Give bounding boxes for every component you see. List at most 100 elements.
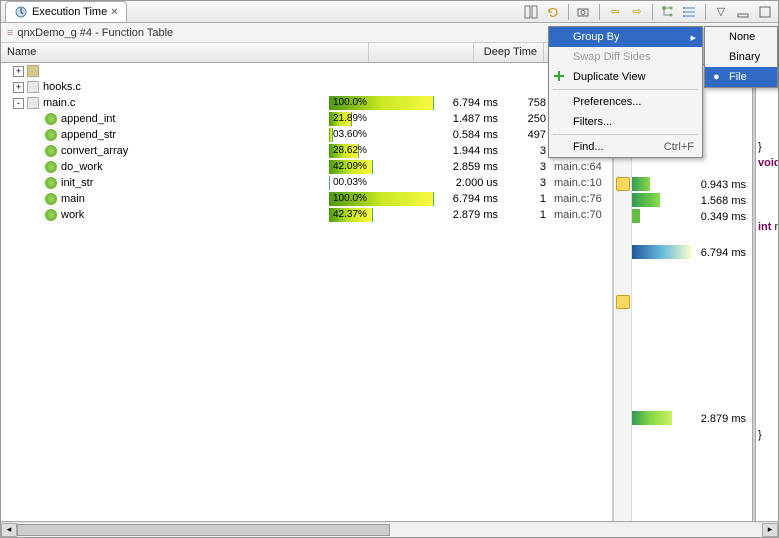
col-percent[interactable] [369,43,474,62]
menu-find[interactable]: Find... Ctrl+F [549,137,702,157]
function-row[interactable]: main 100.0% 6.794 ms1main.c:76 [1,191,612,207]
location: main.c:76 [552,193,612,205]
toolbar-layout-icon[interactable] [522,3,540,21]
function-icon [45,177,57,189]
function-row[interactable]: init_str 00.03% 2.000 us3main.c:10 [1,175,612,191]
function-icon [45,145,57,157]
file-row[interactable]: + hooks.c [1,79,612,95]
submenu-none[interactable]: None [705,27,777,47]
percent-label: 03.60% [333,128,367,142]
scroll-left-icon[interactable]: ◂ [1,523,17,537]
function-tree[interactable]: ++hooks.c-main.c100.0%6.794 ms758append_… [1,63,612,521]
toolbar-tree-icon[interactable] [659,3,677,21]
count: 3 [504,145,552,157]
node-label: init_str [61,177,93,189]
toolbar-menu-icon[interactable]: ▽ [712,3,730,21]
count: 758 [504,97,552,109]
node-label: do_work [61,161,103,173]
minimize-icon[interactable] [734,3,752,21]
h-scrollbar[interactable]: ◂ ▸ [1,521,778,537]
function-row[interactable]: work 42.37% 2.879 ms1main.c:70 [1,207,612,223]
package-row[interactable]: + [1,63,612,79]
splitter[interactable] [752,65,756,521]
menu-group-by[interactable]: Group By▸ [549,27,702,47]
count: 250 [504,113,552,125]
menu-filters[interactable]: Filters... [549,112,702,132]
group-by-submenu: None Binary ● File [704,26,778,88]
deep-time: 2.000 us [434,177,504,189]
deep-time: 2.859 ms [434,161,504,173]
toolbar-fwd-icon[interactable]: ⇨ [628,3,646,21]
toolbar-back-icon[interactable]: ⇦ [606,3,624,21]
close-icon[interactable]: × [111,6,117,18]
breadcrumb-icon: ≡ [7,27,13,39]
expand-toggle[interactable]: - [13,98,24,109]
toolbar-list-icon[interactable] [681,3,699,21]
percent-label: 42.09% [333,160,367,174]
breadcrumb-text: qnxDemo_g #4 - Function Table [17,27,173,39]
node-label: work [61,209,84,221]
expand-toggle[interactable]: + [13,82,24,93]
function-table-pane: Name Deep Time Count L + + hooks.c - main.c 1… [1,43,614,521]
node-label: append_int [61,113,115,125]
col-deep-time[interactable]: Deep Time [474,43,544,62]
node-label: convert_array [61,145,128,157]
tab-label: Execution Time [32,6,107,18]
file-icon [27,97,39,109]
function-icon [45,193,57,205]
submenu-file[interactable]: ● File [705,67,777,87]
toolbar-camera-icon[interactable] [575,3,593,21]
view-context-menu: Group By▸ Swap Diff Sides Duplicate View… [548,26,703,158]
node-label: append_str [61,129,116,141]
percent-label: 42.37% [333,208,367,222]
toolbar-refresh-icon[interactable] [544,3,562,21]
warning-icon[interactable] [616,177,630,191]
percent-label: 21.89% [333,112,367,126]
deep-time: 6.794 ms [434,193,504,205]
count: 1 [504,209,552,221]
count: 497 [504,129,552,141]
view-tab-bar: Execution Time × ⇦ ⇨ ▽ [1,1,778,23]
function-row[interactable]: do_work42.09%2.859 ms3main.c:64 [1,159,612,175]
deep-time: 2.879 ms [434,209,504,221]
clock-icon [14,5,28,19]
count: 1 [504,193,552,205]
deep-time: 1.944 ms [434,145,504,157]
function-row[interactable]: append_str03.60%0.584 ms497m [1,127,612,143]
plus-icon [553,70,567,84]
menu-duplicate-view[interactable]: Duplicate View [549,67,702,87]
tab-execution-time[interactable]: Execution Time × [5,1,127,22]
function-icon [45,129,57,141]
file-icon [27,81,39,93]
deep-time: 1.487 ms [434,113,504,125]
maximize-icon[interactable] [756,3,774,21]
count: 3 [504,177,552,189]
expand-toggle[interactable]: + [13,66,24,77]
warning-icon[interactable] [616,295,630,309]
location: main.c:10 [552,177,612,189]
menu-preferences[interactable]: Preferences... [549,92,702,112]
percent-label: 100.0% [333,192,367,206]
percent-label: 100.0% [333,96,367,110]
function-row[interactable]: append_int21.89%1.487 ms250m [1,111,612,127]
node-label: hooks.c [43,81,81,93]
location: main.c:64 [552,161,612,173]
function-icon [45,161,57,173]
function-icon [45,209,57,221]
deep-time: 0.584 ms [434,129,504,141]
function-row[interactable]: convert_array28.62%1.944 ms3main.c:55 [1,143,612,159]
col-name[interactable]: Name [1,43,369,62]
file-row[interactable]: - main.c 100.0% 6.794 ms758 [1,95,612,111]
column-headers: Name Deep Time Count L [1,43,612,63]
scroll-right-icon[interactable]: ▸ [762,523,778,537]
submenu-binary[interactable]: Binary [705,47,777,67]
node-label: main [61,193,85,205]
percent-label: 28.62% [333,144,367,158]
package-icon [27,65,39,77]
location: main.c:70 [552,209,612,221]
percent-label: 00.03% [333,176,367,190]
bullet-icon: ● [713,71,720,83]
node-label: main.c [43,97,75,109]
deep-time: 6.794 ms [434,97,504,109]
view-toolbar: ⇦ ⇨ ▽ [522,3,774,21]
